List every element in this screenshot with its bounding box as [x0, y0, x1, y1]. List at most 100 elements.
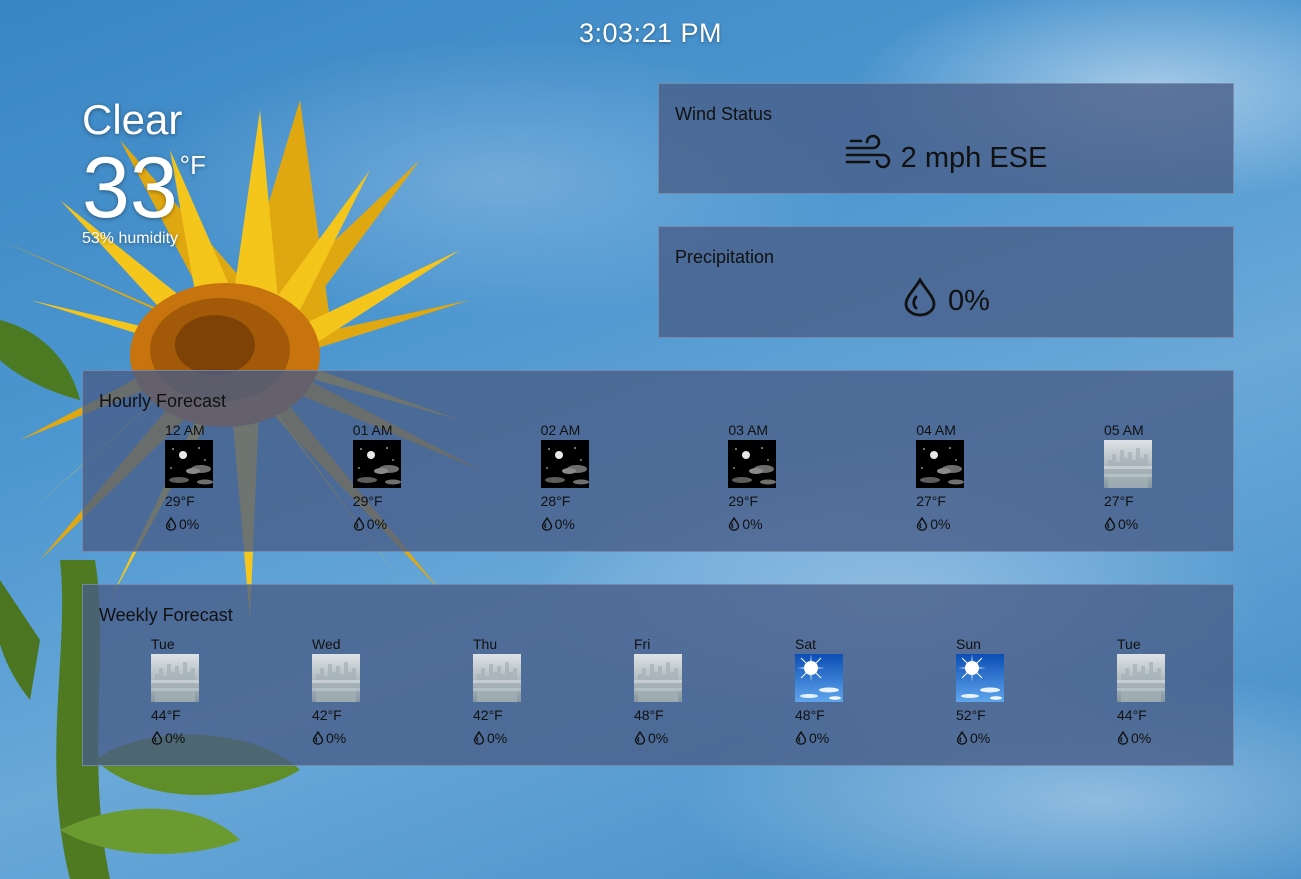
raindrop-icon [795, 731, 809, 745]
weekly-forecast-label: Wed [312, 636, 341, 652]
hourly-forecast-label: 05 AM [1104, 422, 1144, 438]
weekly-forecast-temp: 42°F [473, 707, 503, 723]
hourly-forecast-label: 01 AM [352, 422, 393, 438]
weekly-forecast-precip: 0% [795, 728, 885, 748]
weekly-forecast-temp: 48°F [634, 707, 664, 723]
raindrop-icon [956, 731, 970, 745]
sunny-icon [956, 654, 1004, 702]
hourly-forecast-precip-value: 0% [554, 516, 575, 532]
hourly-forecast-label: 02 AM [540, 422, 581, 438]
hourly-forecast-temp: 28°F [540, 493, 571, 509]
current-humidity: 53% humidity [82, 230, 179, 247]
raindrop-icon [1117, 731, 1131, 745]
raindrop-icon [353, 517, 367, 531]
weekly-forecast-precip-value: 0% [970, 730, 991, 746]
weekly-forecast-item: Wed 42°F 0% [312, 635, 402, 748]
weekly-forecast-label: Thu [473, 636, 498, 652]
fog-icon [634, 654, 682, 702]
hourly-forecast-precip: 0% [165, 514, 255, 534]
weekly-forecast-label: Tue [1117, 636, 1141, 652]
raindrop-icon [728, 517, 742, 531]
weekly-forecast-precip-value: 0% [487, 730, 508, 746]
hourly-forecast-item: 03 AM 29°F 0% [728, 421, 818, 534]
current-temperature-row: 33 °F [82, 142, 206, 234]
weekly-forecast-item: Tue 44°F 0% [151, 635, 241, 748]
weekly-forecast-label: Sat [795, 636, 817, 652]
raindrop-icon [916, 517, 930, 531]
hourly-forecast-item: 12 AM 29°F 0% [165, 421, 255, 534]
hourly-forecast-label: 04 AM [916, 422, 956, 438]
weekly-forecast-precip-value: 0% [648, 730, 669, 746]
fog-icon [1117, 654, 1165, 702]
weekly-forecast-item: Sun 52°F 0% [956, 635, 1046, 748]
hourly-forecast-label: 12 AM [165, 422, 205, 438]
hourly-forecast-label: 03 AM [728, 422, 769, 438]
raindrop-icon [312, 731, 326, 745]
weekly-forecast-precip-value: 0% [1131, 730, 1152, 746]
weekly-forecast-label: Sun [956, 636, 981, 652]
wind-status-value-row: 2 mph ESE [659, 134, 1233, 182]
hourly-forecast-precip-value: 0% [1118, 516, 1139, 532]
hourly-forecast-precip: 0% [1104, 514, 1194, 534]
weekly-forecast-precip: 0% [151, 728, 241, 748]
raindrop-icon [541, 517, 555, 531]
weekly-forecast-panel: Weekly Forecast Tue 44°F 0% Wed 42°F 0% Thu 42°… [82, 584, 1234, 766]
night-clear-icon [916, 440, 965, 488]
precipitation-panel: Precipitation 0% [658, 226, 1234, 338]
hourly-forecast-temp: 27°F [1104, 493, 1134, 509]
precipitation-value-row: 0% [659, 277, 1233, 325]
precipitation-title: Precipitation [675, 247, 775, 267]
night-clear-icon [540, 440, 589, 488]
weekly-forecast-precip: 0% [1117, 728, 1207, 748]
weekly-forecast-precip-value: 0% [326, 730, 347, 746]
weekly-forecast-title: Weekly Forecast [99, 605, 233, 625]
sunny-icon [795, 654, 843, 702]
wind-icon [845, 134, 901, 182]
wind-status-value: 2 mph ESE [900, 141, 1048, 174]
hourly-forecast-temp: 29°F [352, 493, 383, 509]
hourly-forecast-precip-value: 0% [742, 516, 763, 532]
raindrop-icon [634, 731, 648, 745]
weekly-forecast-precip-value: 0% [809, 730, 830, 746]
clock: 3:03:21 PM [578, 18, 723, 48]
raindrop-icon [473, 731, 487, 745]
hourly-forecast-precip: 0% [353, 514, 443, 534]
wind-status-title: Wind Status [675, 104, 773, 124]
weekly-forecast-temp: 48°F [795, 707, 825, 723]
night-clear-icon [728, 440, 777, 488]
raindrop-icon [1104, 517, 1118, 531]
weekly-forecast-precip-value: 0% [165, 730, 186, 746]
wind-status-panel: Wind Status 2 mph ESE [658, 83, 1234, 194]
raindrop-icon [151, 731, 165, 745]
fog-icon [312, 654, 360, 702]
hourly-forecast-precip: 0% [541, 514, 631, 534]
hourly-forecast-temp: 29°F [165, 493, 195, 509]
weekly-forecast-precip: 0% [634, 728, 724, 748]
fog-icon [473, 654, 521, 702]
night-clear-icon [352, 440, 401, 488]
weekly-forecast-label: Tue [151, 636, 175, 652]
hourly-forecast-item: 01 AM 29°F 0% [352, 421, 443, 534]
weekly-forecast-item: Tue 44°F 0% [1117, 635, 1207, 748]
current-temperature: 33 [82, 140, 178, 236]
hourly-forecast-item: 05 AM 27°F 0% [1104, 421, 1194, 534]
weekly-forecast-temp: 42°F [312, 707, 342, 723]
hourly-forecast-precip-value: 0% [179, 516, 200, 532]
weekly-forecast-item: Fri 48°F 0% [634, 635, 724, 748]
fog-icon [1104, 440, 1152, 488]
raindrop-icon [165, 517, 179, 531]
night-clear-icon [165, 440, 213, 488]
weekly-forecast-precip: 0% [473, 728, 563, 748]
temperature-unit: °F [179, 150, 206, 180]
weekly-forecast-temp: 52°F [956, 707, 986, 723]
weekly-forecast-temp: 44°F [1117, 707, 1147, 723]
hourly-forecast-title: Hourly Forecast [99, 391, 227, 411]
weekly-forecast-item: Sat 48°F 0% [795, 635, 885, 748]
weekly-forecast-precip: 0% [956, 728, 1046, 748]
precipitation-value: 0% [948, 284, 990, 317]
current-conditions: Clear 33 °F 53% humidity [82, 96, 206, 248]
weekly-forecast-item: Thu 42°F 0% [473, 635, 563, 748]
weekly-forecast-label: Fri [634, 636, 651, 652]
hourly-forecast-temp: 27°F [916, 493, 946, 509]
hourly-forecast-temp: 29°F [728, 493, 759, 509]
